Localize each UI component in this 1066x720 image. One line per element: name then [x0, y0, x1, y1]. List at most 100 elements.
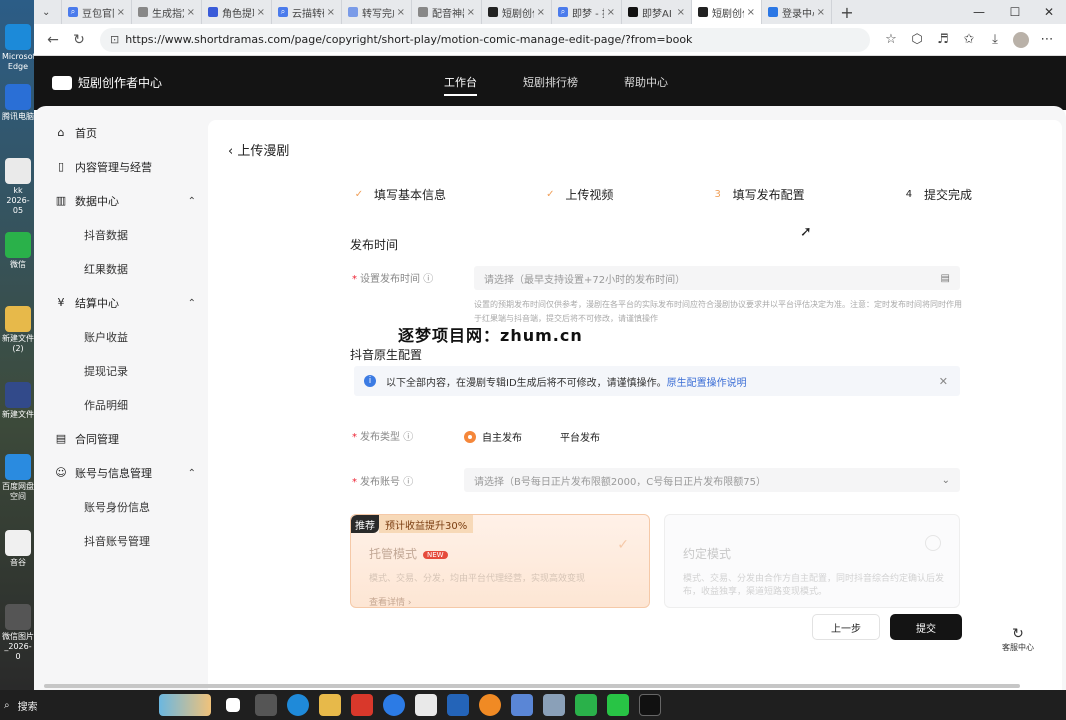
agreed-mode-card[interactable]: 约定模式 模式、交易、分发由合作方自主配置，同时抖音综合约定确认后发布，收益独享… [664, 514, 960, 608]
customer-service-button[interactable]: ↻ 客服中心 [998, 626, 1038, 653]
sidebar-item-withdraw[interactable]: 提现记录 [54, 354, 204, 388]
app-icon[interactable] [511, 694, 533, 716]
desktop-icon-edge[interactable]: Microsoft Edge [2, 24, 34, 72]
close-icon[interactable]: × [187, 7, 195, 18]
browser-tab[interactable]: ⌕云描转码× [272, 0, 342, 24]
sidebar-item-identity[interactable]: 账号身份信息 [54, 490, 204, 524]
close-icon[interactable]: × [257, 7, 265, 18]
close-icon[interactable]: × [397, 7, 405, 18]
close-icon[interactable]: × [537, 7, 545, 18]
sidebar-item-douyin-account[interactable]: 抖音账号管理 [54, 524, 204, 558]
sidebar-item-content[interactable]: ▯ 内容管理与经营 [54, 150, 204, 184]
tab-list-button[interactable]: ⌄ [34, 0, 62, 24]
url-field[interactable]: ⊡ https://www.shortdramas.com/page/copyr… [100, 27, 870, 52]
nav-workbench[interactable]: 工作台 [444, 74, 477, 96]
publish-time-label: * 设置发布时间 ⓘ [352, 274, 434, 285]
minimize-button[interactable]: — [962, 0, 996, 24]
card-description: 模式、交易、分发，均由平台代理经营，实现高效变现 [369, 574, 586, 584]
folder-icon[interactable] [319, 694, 341, 716]
sidebar-item-account[interactable]: ☺ 账号与信息管理 ⌃ [54, 456, 204, 490]
maximize-button[interactable]: ☐ [998, 0, 1032, 24]
page-icon [208, 7, 218, 17]
sidebar-item-hongguo-data[interactable]: 红果数据 [54, 252, 204, 286]
previous-step-button[interactable]: 上一步 [812, 614, 880, 640]
wps-icon[interactable] [351, 694, 373, 716]
publish-time-picker[interactable]: 请选择（最早支持设置+72小时的发布时间） ▤ [474, 266, 960, 290]
native-config-link[interactable]: 原生配置操作说明 [667, 374, 747, 389]
sidebar-item-works[interactable]: 作品明细 [54, 388, 204, 422]
site-info-icon[interactable]: ⊡ [110, 33, 119, 46]
star-icon[interactable]: ☆ [878, 32, 904, 47]
windows-icon[interactable] [226, 698, 240, 712]
read-aloud-icon[interactable]: ♬ [930, 32, 956, 47]
capcut-icon[interactable] [639, 694, 661, 716]
browser-tab[interactable]: 短剧创作× [482, 0, 552, 24]
view-details-link[interactable]: 查看详情 › [369, 595, 411, 607]
back-link[interactable]: ‹ 上传漫剧 [228, 140, 289, 159]
sidebar-item-douyin-data[interactable]: 抖音数据 [54, 218, 204, 252]
desktop-icon-yingu[interactable]: 音谷 [2, 530, 34, 568]
close-icon[interactable]: × [117, 7, 125, 18]
close-icon[interactable]: × [607, 7, 615, 18]
publish-account-select[interactable]: 请选择（B号每日正片发布限额2000，C号每日正片发布限额75） ⌄ [464, 468, 960, 492]
close-window-button[interactable]: ✕ [1032, 0, 1066, 24]
taskbar-search[interactable]: ⌕ 搜索 [4, 694, 154, 716]
task-view-icon[interactable] [255, 694, 277, 716]
edge-icon [5, 24, 31, 50]
reload-icon[interactable]: ↻ [66, 32, 92, 48]
desktop-icon-newfile[interactable]: 新建文件 (2) [2, 306, 34, 354]
edge-icon[interactable] [287, 694, 309, 716]
new-tab-button[interactable]: + [832, 0, 862, 24]
sidebar-item-contract[interactable]: ▤ 合同管理 [54, 422, 204, 456]
close-icon[interactable]: × [747, 7, 755, 18]
radio-platform-publish[interactable]: 平台发布 [560, 429, 600, 444]
sidebar-item-home[interactable]: ⌂ 首页 [54, 116, 204, 150]
browser-tab[interactable]: 即梦AI -× [622, 0, 692, 24]
desktop-icon-kk[interactable]: kk 2026-05 [2, 158, 34, 216]
avatar[interactable] [1008, 31, 1034, 48]
browser-tab[interactable]: 生成指定× [132, 0, 202, 24]
app-icon[interactable] [479, 694, 501, 716]
browser-icon[interactable] [383, 694, 405, 716]
close-icon[interactable]: × [327, 7, 335, 18]
wechat-icon[interactable] [607, 694, 629, 716]
message-icon[interactable] [575, 694, 597, 716]
close-icon[interactable]: ✕ [939, 375, 948, 388]
browser-tab[interactable]: 登录中心× [762, 0, 832, 24]
app-icon[interactable] [447, 694, 469, 716]
browser-tab[interactable]: 配音神器× [412, 0, 482, 24]
home-icon: ⌂ [57, 126, 65, 139]
sidebar-item-earnings[interactable]: 账户收益 [54, 320, 204, 354]
close-icon[interactable]: × [677, 7, 685, 18]
sidebar-item-data[interactable]: ▥ 数据中心 ⌃ [54, 184, 204, 218]
browser-tab[interactable]: ⌕豆包官网× [62, 0, 132, 24]
download-icon[interactable]: ⤓ [982, 32, 1008, 47]
browser-tab[interactable]: 角色提取× [202, 0, 272, 24]
desktop-icon-baidu[interactable]: 百度网盘 空间 [2, 454, 34, 502]
close-icon[interactable]: × [817, 7, 825, 18]
browser-tab[interactable]: ⌕即梦 - 推× [552, 0, 622, 24]
app-icon[interactable] [415, 694, 437, 716]
beach-widget-icon[interactable] [159, 694, 211, 716]
browser-tab[interactable]: 转写完成× [342, 0, 412, 24]
page-icon [138, 7, 148, 17]
nav-ranking[interactable]: 短剧排行榜 [523, 74, 578, 96]
favorites-icon[interactable]: ✩ [956, 32, 982, 47]
app-icon[interactable] [543, 694, 565, 716]
nav-help[interactable]: 帮助中心 [624, 74, 668, 96]
radio-self-publish[interactable]: 自主发布 [464, 429, 522, 444]
desktop-icon-wechat-image[interactable]: 微信图片 _2026-0 [2, 604, 34, 662]
more-icon[interactable]: ⋯ [1034, 32, 1060, 47]
desktop-icon-tencent[interactable]: 腾讯电脑 [2, 84, 34, 122]
submit-button[interactable]: 提交 [890, 614, 962, 640]
close-icon[interactable]: × [467, 7, 475, 18]
back-icon[interactable]: ← [40, 32, 66, 48]
extension-icon[interactable]: ⬡ [904, 32, 930, 47]
sidebar-item-settlement[interactable]: ¥ 结算中心 ⌃ [54, 286, 204, 320]
horizontal-scrollbar[interactable] [44, 684, 1020, 688]
desktop-icon-newfile2[interactable]: 新建文件 [2, 382, 34, 420]
hosted-mode-card[interactable]: 推荐 预计收益提升30% 托管模式 NEW 模式、交易、分发，均由平台代理经营，实现… [350, 514, 650, 608]
browser-tab-active[interactable]: 短剧创作× [692, 0, 762, 24]
site-logo[interactable]: 短剧创作者中心 [52, 74, 162, 91]
desktop-icon-wechat[interactable]: 微信 [2, 232, 34, 270]
